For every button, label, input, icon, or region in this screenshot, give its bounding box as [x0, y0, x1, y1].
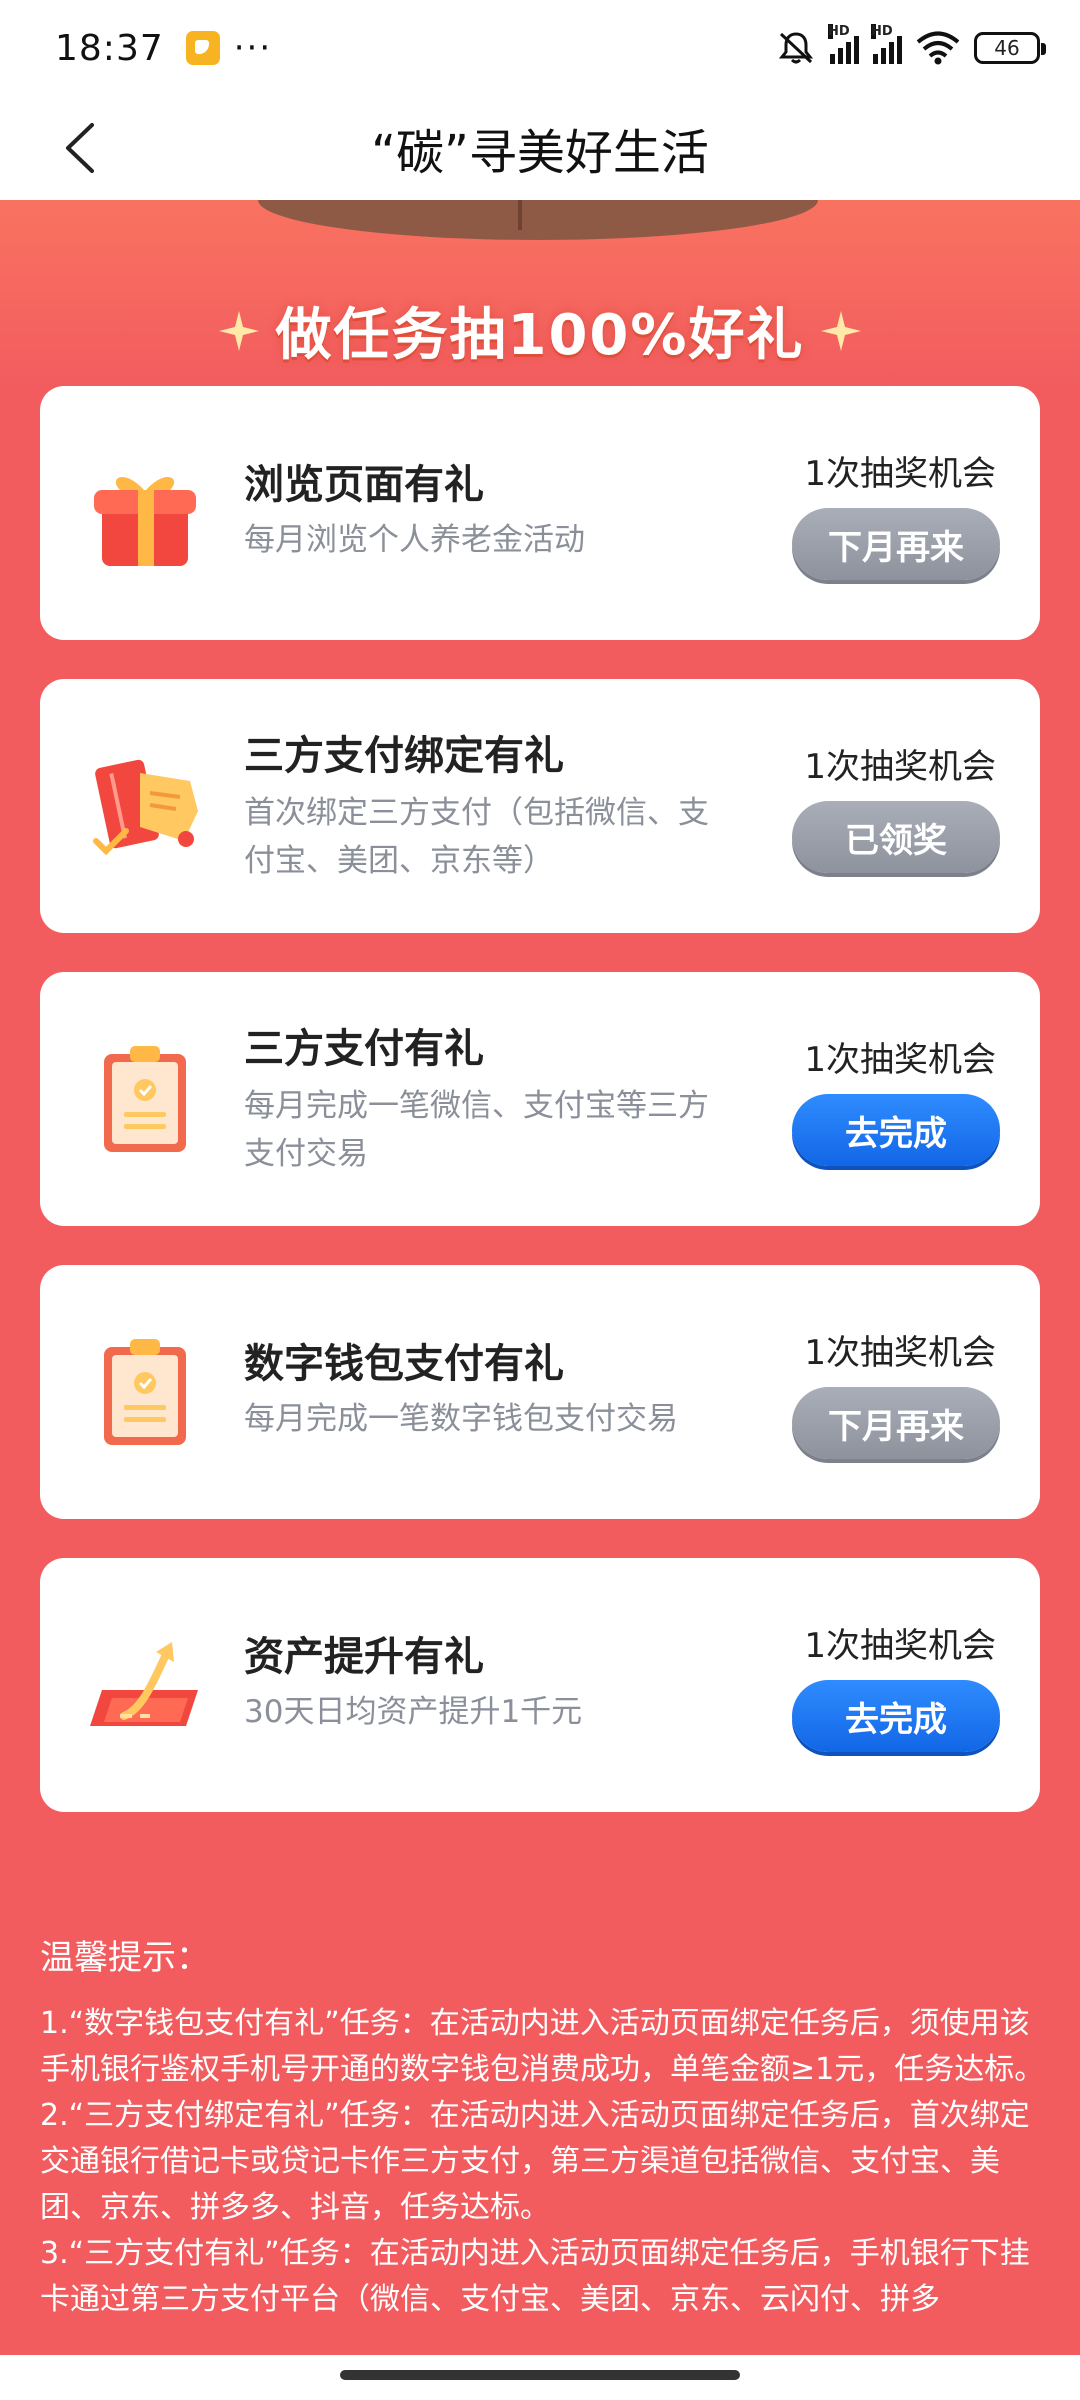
- task-description: 每月完成一笔数字钱包支付交易: [244, 1401, 678, 1437]
- task-description: 首次绑定三方支付（包括微信、支付宝、美团、京东等）: [244, 795, 709, 879]
- task-chance: 1次抽奖机会: [804, 747, 996, 787]
- card-binding-icon: [93, 759, 198, 856]
- header: “碳”寻美好生活: [0, 96, 1080, 200]
- back-button[interactable]: [50, 118, 110, 178]
- asset-growth-icon: [90, 1642, 198, 1726]
- next-month-button[interactable]: 下月再来: [792, 1387, 1000, 1459]
- task-description: 每月浏览个人养老金活动: [244, 522, 585, 558]
- task-title: 资产提升有礼: [244, 1634, 484, 1680]
- tips-section: 温馨提示： 1.“数字钱包支付有礼”任务：在活动内进入活动页面绑定任务后，须使用…: [40, 1930, 1050, 2323]
- notification-app-icon: [185, 31, 220, 65]
- page-title: “碳”寻美好生活: [371, 125, 709, 181]
- sparkle-icon: [219, 310, 260, 351]
- battery-level: 46: [994, 36, 1020, 60]
- home-indicator[interactable]: [340, 2370, 740, 2380]
- task-title: 三方支付绑定有礼: [244, 733, 564, 779]
- sparkle-icon: [820, 310, 861, 351]
- go-complete-button[interactable]: 去完成: [792, 1094, 1000, 1166]
- task-chance: 1次抽奖机会: [804, 1040, 996, 1080]
- go-complete-button[interactable]: 去完成: [792, 1680, 1000, 1752]
- mute-icon: [778, 32, 814, 64]
- battery-icon: 46: [974, 32, 1046, 64]
- task-chance: 1次抽奖机会: [804, 1333, 996, 1373]
- task-description: 30天日均资产提升1千元: [244, 1694, 583, 1730]
- task-card: 资产提升有礼 30天日均资产提升1千元 1次抽奖机会 去完成: [40, 1558, 1040, 1812]
- claimed-button[interactable]: 已领奖: [792, 801, 1000, 873]
- task-card: 三方支付有礼 每月完成一笔微信、支付宝等三方支付交易 1次抽奖机会 去完成: [40, 972, 1040, 1226]
- banner-title: 做任务抽100%好礼: [275, 303, 805, 368]
- task-card: 浏览页面有礼 每月浏览个人养老金活动 1次抽奖机会 下月再来: [40, 386, 1040, 640]
- tips-title: 温馨提示：: [40, 1938, 210, 1978]
- tips-item: 2.“三方支付绑定有礼”任务：在活动内进入活动页面绑定任务后，首次绑定交通银行借…: [40, 2098, 1030, 2225]
- task-title: 三方支付有礼: [244, 1026, 484, 1072]
- task-card: 三方支付绑定有礼 首次绑定三方支付（包括微信、支付宝、美团、京东等） 1次抽奖机…: [40, 679, 1040, 933]
- next-month-button[interactable]: 下月再来: [792, 508, 1000, 580]
- more-notifications-icon: ···: [233, 28, 273, 68]
- task-title: 浏览页面有礼: [244, 462, 484, 508]
- task-description: 每月完成一笔微信、支付宝等三方支付交易: [244, 1088, 709, 1172]
- signal-1-icon: HD: [828, 24, 859, 64]
- gift-icon: [94, 476, 196, 566]
- status-bar: 18:37 ··· HD HD 46: [0, 0, 1080, 96]
- task-card: 数字钱包支付有礼 每月完成一笔数字钱包支付交易 1次抽奖机会 下月再来: [40, 1265, 1040, 1519]
- task-chance: 1次抽奖机会: [804, 454, 996, 494]
- task-title: 数字钱包支付有礼: [244, 1341, 564, 1387]
- banner-decoration: [258, 200, 818, 240]
- wifi-icon: [916, 31, 960, 65]
- status-icons: HD HD 46: [776, 24, 1046, 66]
- chevron-left-icon: [66, 123, 94, 173]
- task-chance: 1次抽奖机会: [804, 1626, 996, 1666]
- clipboard-icon: [104, 1339, 186, 1445]
- clipboard-icon: [104, 1046, 186, 1152]
- banner: 做任务抽100%好礼: [0, 200, 1080, 390]
- signal-2-icon: HD: [871, 24, 902, 64]
- tips-item: 1.“数字钱包支付有礼”任务：在活动内进入活动页面绑定任务后，须使用该手机银行鉴…: [40, 2006, 1045, 2087]
- tips-item: 3.“三方支付有礼”任务：在活动内进入活动页面绑定任务后，手机银行下挂卡通过第三…: [40, 2236, 1030, 2317]
- status-time: 18:37: [55, 27, 164, 69]
